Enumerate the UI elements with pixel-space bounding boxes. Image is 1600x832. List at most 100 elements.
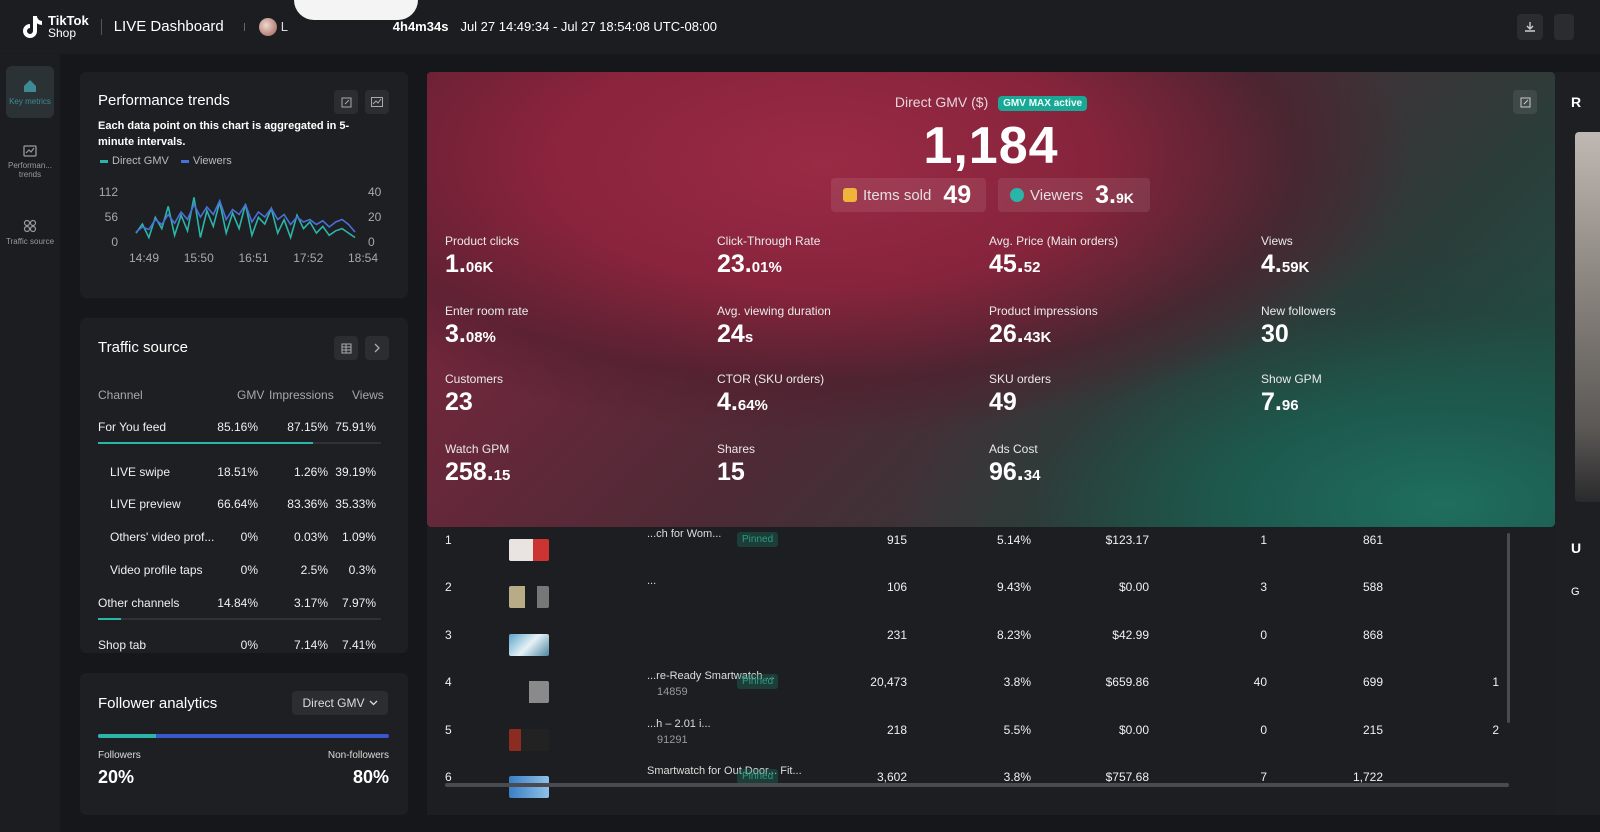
impressions-share: 1.26%: [293, 465, 328, 479]
metric-value-main: 23.: [717, 250, 752, 278]
share-bar-fill: [98, 442, 314, 444]
product-thumbnail[interactable]: [509, 634, 549, 656]
performance-line-chart[interactable]: 112 56 0 40 20 0 14:49 15:50 16:51 17:52 18:54: [80, 180, 408, 290]
network-icon: [23, 219, 37, 232]
left-navigation-rail: Key metrics Performan... trends Traffic …: [0, 54, 60, 832]
followers-fill: [98, 734, 157, 738]
metric-value-main: 7.: [1261, 388, 1282, 416]
metric-card[interactable]: Watch GPM 258.15: [445, 442, 695, 487]
metric-card[interactable]: CTOR (SKU orders) 4.64%: [717, 372, 967, 417]
chart-view-button[interactable]: [365, 90, 389, 114]
rail-item-traffic-source[interactable]: Traffic source: [6, 206, 54, 258]
panel-title: Performance trends: [98, 92, 230, 109]
more-button[interactable]: [1554, 14, 1574, 40]
metric-card[interactable]: Click-Through Rate 23.01%: [717, 234, 967, 279]
column-header-views[interactable]: Views: [352, 388, 384, 402]
edit-metrics-button[interactable]: [1513, 90, 1537, 114]
product-row[interactable]: 4 ...re-Ready Smartwatch ... 14859 Pinned 20…: [427, 670, 1555, 705]
edit-button[interactable]: [334, 90, 358, 114]
brand-line-1: TikTok: [48, 12, 89, 28]
metric-value: 49: [989, 388, 1239, 417]
metric-value-suffix: 59K: [1281, 259, 1310, 276]
metric-card[interactable]: New followers 30: [1261, 304, 1511, 349]
legend-viewers[interactable]: Viewers: [180, 155, 232, 167]
brand-text: TikTok Shop: [48, 14, 89, 40]
vertical-scrollbar[interactable]: [1507, 533, 1510, 723]
product-id: 91291: [657, 734, 688, 746]
metric-card[interactable]: Customers 23: [445, 372, 695, 417]
metric-label: Show GPM: [1261, 372, 1322, 386]
metric-card[interactable]: Show GPM 7.96: [1261, 372, 1511, 417]
table-view-button[interactable]: [334, 336, 358, 360]
live-time-range: Jul 27 14:49:34 - Jul 27 18:54:08 UTC-08…: [460, 19, 717, 34]
metric-dropdown[interactable]: Direct GMV: [292, 691, 388, 715]
product-metric-3: $0.00: [1118, 580, 1149, 594]
product-row[interactable]: 5 ...h – 2.01 i... 91291 218 5.5% $0.00 0 215 2: [427, 718, 1555, 753]
metric-card[interactable]: Ads Cost 96.34: [989, 442, 1239, 487]
performance-trends-panel: Performance trends Each data point on th…: [80, 72, 408, 298]
metric-card[interactable]: Avg. Price (Main orders) 45.52: [989, 234, 1239, 279]
product-thumbnail[interactable]: [509, 776, 549, 798]
traffic-row[interactable]: For You feed 85.16% 87.15% 75.91%: [80, 420, 400, 438]
product-name[interactable]: ...: [647, 575, 656, 587]
metric-card[interactable]: SKU orders 49: [989, 372, 1239, 417]
metric-value-main: 24: [717, 320, 745, 348]
share-bar-fill: [98, 618, 121, 620]
product-metric-5: 868: [1362, 628, 1383, 642]
product-name[interactable]: Smartwatch for Out Door... Fit...: [647, 765, 802, 777]
traffic-row[interactable]: Video profile taps 0% 2.5% 0.3%: [80, 563, 400, 581]
panel-title: Traffic source: [98, 339, 189, 356]
product-thumbnail[interactable]: [509, 729, 549, 751]
product-thumbnail[interactable]: [509, 681, 549, 703]
host-avatar[interactable]: [258, 17, 277, 36]
product-row[interactable]: 1 ...ch for Wom... Pinned 915 5.14% $123.17 1 8…: [427, 528, 1555, 563]
gmv-share: 18.51%: [217, 465, 258, 479]
product-thumbnail[interactable]: [509, 539, 549, 561]
metric-card[interactable]: Shares 15: [717, 442, 967, 487]
traffic-row[interactable]: LIVE preview 66.64% 83.36% 35.33%: [80, 497, 400, 515]
column-header-impressions[interactable]: Impressions: [269, 388, 334, 402]
traffic-row[interactable]: Others' video prof... 0% 0.03% 1.09%: [80, 530, 400, 548]
product-metric-5: 215: [1362, 723, 1383, 737]
metric-card[interactable]: Avg. viewing duration 24s: [717, 304, 967, 349]
gmv-share: 0%: [240, 563, 258, 577]
channel-name: Shop tab: [98, 638, 147, 652]
product-name[interactable]: ...h – 2.01 i...: [647, 718, 711, 730]
gmv-value: 1,184: [923, 117, 1059, 175]
share-bar-track: [98, 618, 381, 620]
metric-card[interactable]: Views 4.59K: [1261, 234, 1511, 279]
traffic-row[interactable]: Other channels 14.84% 3.17% 7.97%: [80, 596, 400, 614]
rail-item-performance-trends[interactable]: Performan... trends: [6, 136, 54, 188]
product-row[interactable]: 3 231 8.23% $42.99 0 868: [427, 628, 1555, 658]
views-share: 7.97%: [341, 596, 376, 610]
x-tick: 16:51: [238, 251, 268, 265]
viewers-chip: Viewers 3.9K: [998, 178, 1150, 212]
product-metric-4: 7: [1260, 770, 1267, 784]
product-metric-1: 20,473: [870, 675, 907, 689]
metric-value-suffix: 64%: [737, 397, 768, 414]
column-header-gmv[interactable]: GMV: [237, 388, 264, 402]
metric-label: Avg. viewing duration: [717, 304, 831, 318]
channel-name: LIVE swipe: [110, 465, 171, 479]
live-video-preview[interactable]: [1575, 132, 1600, 502]
traffic-row[interactable]: LIVE swipe 18.51% 1.26% 39.19%: [80, 465, 400, 483]
chevron-down-icon: [369, 700, 377, 706]
panel-title: Follower analytics: [98, 695, 218, 712]
download-button[interactable]: [1517, 14, 1543, 40]
panel-title-fragment: U: [1571, 540, 1582, 556]
product-rank: 4: [445, 675, 452, 689]
product-name[interactable]: ...ch for Wom...: [647, 528, 721, 540]
legend-gmv[interactable]: Direct GMV: [100, 155, 169, 167]
metric-card[interactable]: Product impressions 26.43K: [989, 304, 1239, 349]
product-thumbnail[interactable]: [509, 586, 549, 608]
metric-card[interactable]: Enter room rate 3.08%: [445, 304, 695, 349]
traffic-row[interactable]: Shop tab 0% 7.14% 7.41%: [80, 638, 400, 653]
rail-label: Traffic source: [6, 236, 55, 246]
expand-button[interactable]: [365, 336, 389, 360]
rail-item-key-metrics[interactable]: Key metrics: [6, 66, 54, 118]
horizontal-scrollbar[interactable]: [445, 783, 1509, 787]
product-rank: 3: [445, 628, 452, 642]
tiktok-logo-icon: [23, 15, 42, 38]
product-row[interactable]: 2... 106 9.43% $0.00 3 588: [427, 575, 1555, 610]
metric-card[interactable]: Product clicks 1.06K: [445, 234, 695, 279]
